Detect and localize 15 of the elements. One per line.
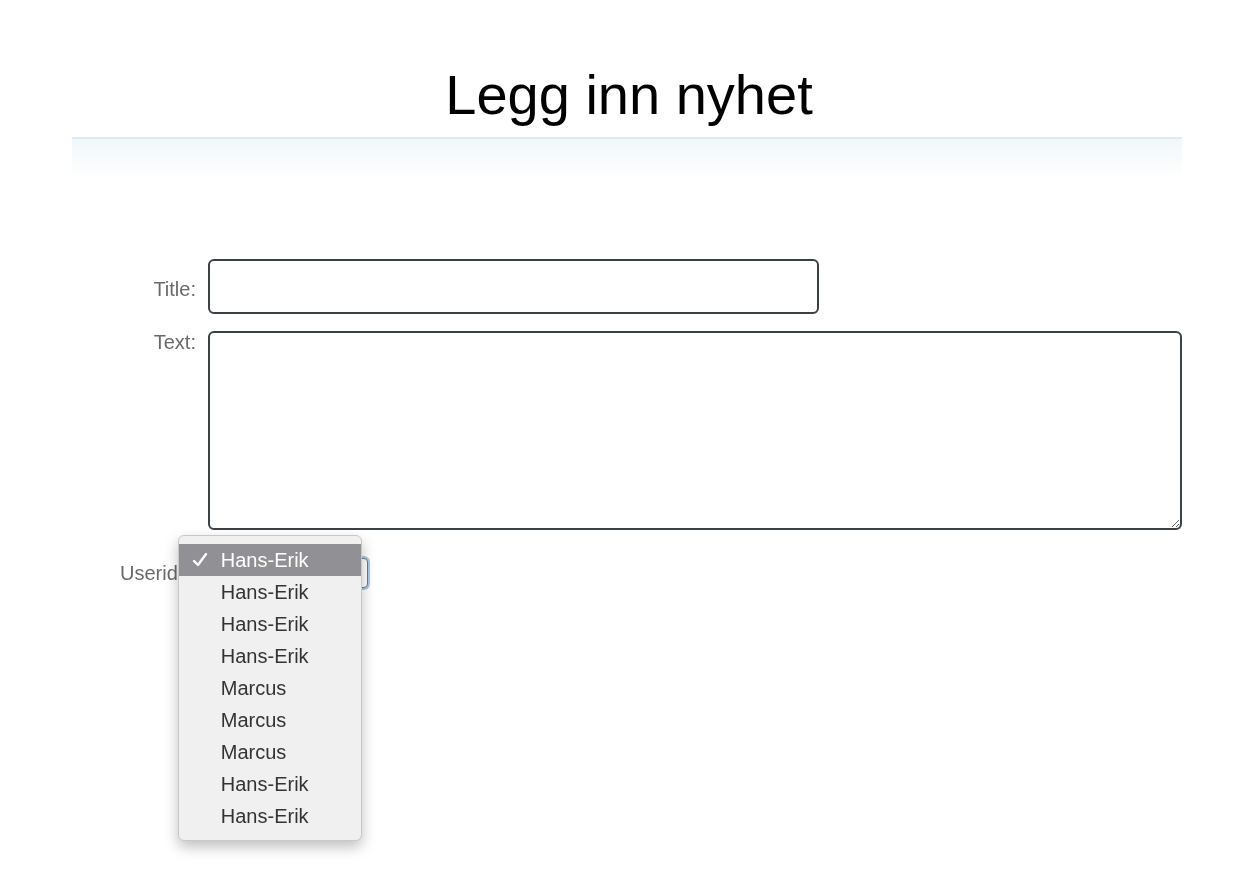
- dropdown-option[interactable]: Marcus: [178, 736, 361, 768]
- field-label: Title:: [153, 277, 196, 302]
- dropdown-option[interactable]: Hans-Erik: [178, 608, 361, 640]
- dropdown-option[interactable]: Hans-Erik: [178, 800, 361, 832]
- dropdown-option[interactable]: Hans-Erik: [178, 768, 361, 800]
- page-title: Legg inn nyhet: [444, 62, 814, 128]
- userid-label: Userid: [120, 561, 178, 585]
- dropdown-option[interactable]: Marcus: [178, 672, 361, 704]
- checkmark-icon: [191, 552, 208, 568]
- text-area[interactable]: [208, 331, 1182, 530]
- dropdown-option[interactable]: Hans-Erik: [178, 576, 361, 608]
- dropdown-option[interactable]: Marcus: [178, 704, 361, 736]
- dropdown-option[interactable]: Hans-Erik: [178, 640, 361, 672]
- field-label: Text:: [153, 331, 196, 355]
- title-input[interactable]: [208, 259, 819, 314]
